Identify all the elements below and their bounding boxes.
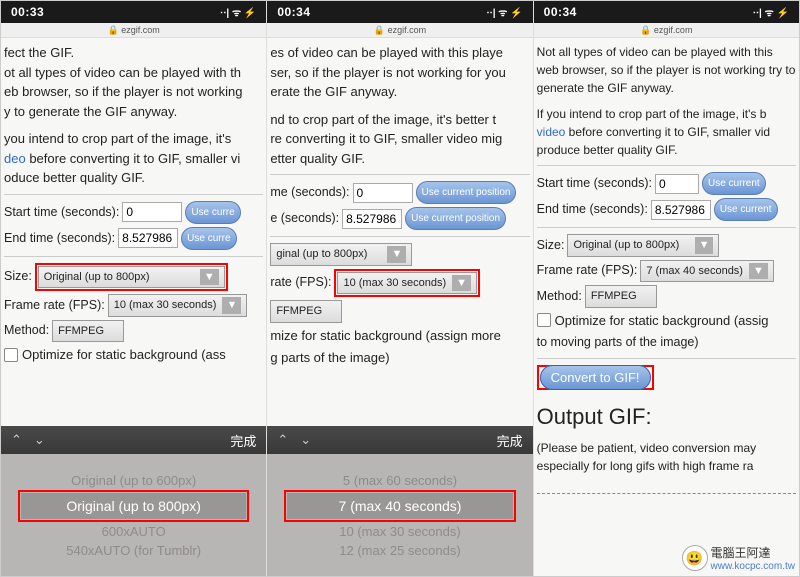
optimize-checkbox[interactable] [4,348,18,362]
status-icons: ⋅⋅| ᯤ ⚡ [486,5,522,19]
fps-label: rate (FPS): [270,273,331,292]
ios-picker: ⌃ ⌄ 完成 5 (max 60 seconds) 7 (max 40 secon… [267,426,532,576]
status-time: 00:34 [544,5,577,19]
phone-panel-2: 00:34 ⋅⋅| ᯤ ⚡ 🔒 ezgif.com es of video ca… [267,1,533,576]
url-bar[interactable]: 🔒 ezgif.com [267,23,532,38]
picker-up-icon[interactable]: ⌃ [277,432,288,448]
output-heading: Output GIF: [537,400,796,433]
chevron-down-icon: ▼ [222,297,241,314]
picker-wheel[interactable]: Original (up to 600px) Original (up to 8… [1,454,266,576]
end-time-input[interactable] [651,200,711,220]
optimize-label: mize for static background (assign more [270,326,529,346]
body-text: Not all types of video can be played wit… [537,43,796,97]
status-icons: ⋅⋅| ᯤ ⚡ [753,5,789,19]
size-select[interactable]: Original (up to 800px)▼ [38,266,225,289]
use-current-position-button[interactable]: Use current position [405,207,506,230]
status-bar: 00:34 ⋅⋅| ᯤ ⚡ [534,1,799,23]
status-bar: 00:33 ⋅⋅| ᯤ ⚡ [1,1,266,23]
optimize-checkbox[interactable] [537,313,551,327]
picker-up-icon[interactable]: ⌃ [11,432,22,448]
body-text-2: nd to crop part of the image, it's bette… [270,110,529,169]
start-time-label: Start time (seconds): [4,203,119,222]
output-note: (Please be patient, video conversion may… [537,439,796,475]
body-text: fect the GIF. ot all types of video can … [4,43,263,121]
fps-select[interactable]: 10 (max 30 seconds)▼ [108,294,248,317]
status-bar: 00:34 ⋅⋅| ᯤ ⚡ [267,1,532,23]
use-current-button[interactable]: Use current [714,198,778,221]
video-link[interactable]: video [537,125,566,139]
chevron-down-icon: ▼ [200,269,219,286]
use-current-position-button[interactable]: Use curre [185,201,240,224]
chevron-down-icon: ▼ [387,246,406,263]
size-label: Size: [4,267,32,286]
body-text-2: you intend to crop part of the image, it… [4,129,263,188]
body-text: es of video can be played with this play… [270,43,529,102]
size-label: Size: [537,236,565,255]
video-link[interactable]: deo [4,151,26,166]
end-time-label: End time (seconds): [537,200,648,219]
end-time-label: End time (seconds): [4,229,115,248]
picker-wheel[interactable]: 5 (max 60 seconds) 7 (max 40 seconds) 10… [267,454,532,576]
watermark: 😃 電腦王阿達 www.kocpc.com.tw [682,544,795,572]
use-current-button[interactable]: Use current [702,172,766,195]
chevron-down-icon: ▼ [452,275,471,292]
phone-panel-3: 00:34 ⋅⋅| ᯤ ⚡ 🔒 ezgif.com Not all types … [534,1,799,576]
method-select[interactable]: FFMPEG [52,320,124,343]
fps-select[interactable]: 10 (max 30 seconds)▼ [337,272,477,295]
start-time-label: me (seconds): [270,183,349,202]
use-current-position-button[interactable]: Use current position [416,181,517,204]
fps-label: Frame rate (FPS): [4,296,105,315]
status-time: 00:34 [277,5,310,19]
status-time: 00:33 [11,5,44,19]
chevron-down-icon: ▼ [695,237,714,254]
size-select[interactable]: ginal (up to 800px)▼ [270,243,412,266]
picker-down-icon[interactable]: ⌄ [34,432,45,448]
optimize-label-2: g parts of the image) [270,348,529,368]
body-text-2: If you intend to crop part of the image,… [537,105,796,159]
method-label: Method: [4,321,49,340]
optimize-label: Optimize for static background (assig [555,311,769,331]
optimize-label-2: to moving parts of the image) [537,333,796,352]
watermark-icon: 😃 [682,545,708,571]
method-select[interactable]: FFMPEG [270,300,342,323]
picker-done-button[interactable]: 完成 [497,431,523,450]
url-bar[interactable]: 🔒 ezgif.com [1,23,266,38]
method-label: Method: [537,287,582,306]
status-icons: ⋅⋅| ᯤ ⚡ [220,5,256,19]
size-select[interactable]: Original (up to 800px)▼ [567,234,719,257]
picker-down-icon[interactable]: ⌄ [300,432,311,448]
picker-selected: Original (up to 800px) [21,493,247,519]
dotted-divider [537,493,796,494]
optimize-label: Optimize for static background (ass [22,345,226,365]
fps-label: Frame rate (FPS): [537,261,638,280]
chevron-down-icon: ▼ [749,263,768,280]
method-select[interactable]: FFMPEG [585,285,657,308]
end-time-input[interactable] [118,228,178,248]
convert-to-gif-button[interactable]: Convert to GIF! [540,365,651,390]
picker-done-button[interactable]: 完成 [230,431,256,450]
ios-picker: ⌃ ⌄ 完成 Original (up to 600px) Original (u… [1,426,266,576]
phone-panel-1: 00:33 ⋅⋅| ᯤ ⚡ 🔒 ezgif.com fect the GIF. … [1,1,267,576]
end-time-label: e (seconds): [270,209,339,228]
url-bar[interactable]: 🔒 ezgif.com [534,23,799,38]
start-time-input[interactable] [655,174,699,194]
start-time-label: Start time (seconds): [537,174,652,193]
fps-select[interactable]: 7 (max 40 seconds)▼ [640,260,774,283]
end-time-input[interactable] [342,209,402,229]
picker-selected: 7 (max 40 seconds) [287,493,513,519]
start-time-input[interactable] [353,183,413,203]
use-current-position-button[interactable]: Use curre [181,227,236,250]
start-time-input[interactable] [122,202,182,222]
